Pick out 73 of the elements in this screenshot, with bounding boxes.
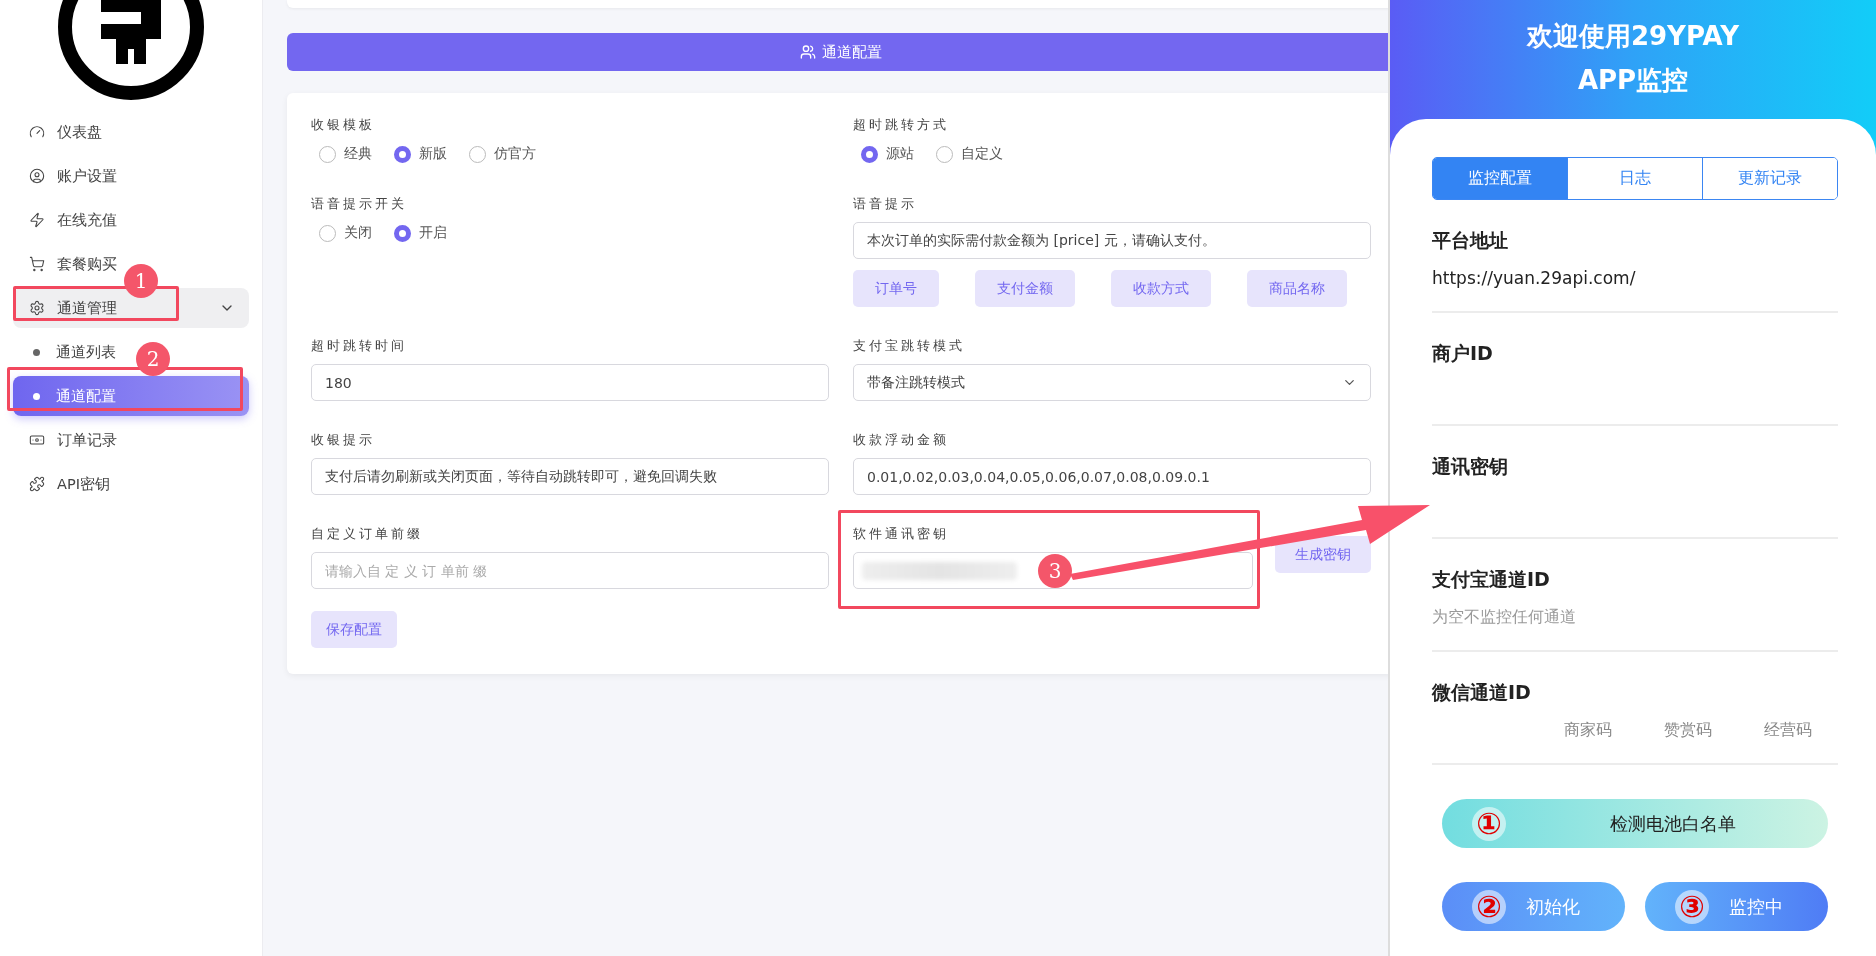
bullet-icon — [33, 392, 40, 400]
sidebar-item[interactable]: 套餐购买 — [13, 248, 121, 280]
field-value: https://yuan.29api.com/ — [1432, 268, 1637, 288]
radio-option[interactable]: 经典 — [319, 145, 372, 163]
tab[interactable]: 监控配置 — [1433, 158, 1567, 199]
gauge-icon — [29, 124, 45, 140]
field-label: 语音提示 — [853, 196, 918, 212]
variable-button[interactable]: 商品名称 — [1247, 270, 1347, 307]
save-button[interactable]: 保存配置 — [311, 611, 397, 648]
app-title: 欢迎使用29YPAY — [1526, 19, 1740, 53]
users-icon — [800, 44, 816, 60]
option-label[interactable]: 赞赏码 — [1664, 720, 1712, 741]
text-field[interactable]: 180 — [311, 364, 829, 401]
text-field[interactable]: 请输入自 定 义 订 单前 缀 — [311, 552, 829, 589]
radio-button[interactable] — [319, 145, 336, 163]
banknote-icon — [29, 432, 45, 448]
user-icon — [29, 168, 45, 184]
sidebar-item[interactable]: 在线充值 — [13, 204, 121, 236]
variable-button[interactable]: 支付金额 — [975, 270, 1075, 307]
radio-button[interactable] — [394, 224, 411, 242]
field-label: 收银模板 — [311, 117, 376, 133]
action-button[interactable]: ① 检测电池白名单 — [1442, 799, 1828, 848]
variable-button[interactable]: 收款方式 — [1111, 270, 1211, 307]
lightning-icon — [29, 212, 45, 228]
radio-option[interactable]: 源站 — [861, 145, 914, 163]
sidebar-item[interactable]: 账户设置 — [13, 160, 121, 192]
text-field[interactable]: 支付后请勿刷新或关闭页面，等待自动跳转即可，避免回调失败 — [311, 458, 829, 495]
generate-key-button[interactable]: 生成密钥 — [1275, 536, 1371, 573]
sidebar-item[interactable]: 订单记录 — [13, 424, 121, 456]
puzzle-icon — [29, 476, 45, 492]
radio-button[interactable] — [861, 145, 878, 163]
option-label[interactable]: 商家码 — [1564, 720, 1612, 741]
text-field[interactable]: 0.01,0.02,0.03,0.04,0.05,0.06,0.07,0.08,0.09.0.1 — [853, 458, 1371, 495]
field-label: 自定义订单前缀 — [311, 526, 424, 542]
radio-button[interactable] — [469, 145, 486, 163]
header-title: 通道配置 — [822, 42, 882, 62]
tab[interactable]: 更新记录 — [1702, 158, 1837, 199]
radio-option[interactable]: 自定义 — [936, 145, 1003, 163]
sidebar-subitem[interactable]: 通道配置 — [13, 376, 249, 416]
settings-icon — [29, 300, 45, 316]
bullet-icon — [33, 348, 40, 356]
field-hint: 为空不监控任何通道 — [1432, 607, 1577, 628]
step-number: ① — [1472, 806, 1506, 841]
option-label[interactable]: 经营码 — [1764, 720, 1812, 741]
radio-option[interactable]: 关闭 — [319, 224, 372, 242]
field-label: 收款浮动金额 — [853, 432, 950, 448]
field-label: 收银提示 — [311, 432, 376, 448]
text-field[interactable]: 本次订单的实际需付款金额为 [price] 元，请确认支付。 — [853, 222, 1371, 259]
app-title: APP监控 — [1577, 63, 1689, 97]
field-label: 商户ID — [1432, 341, 1494, 366]
sidebar-subitem[interactable]: 通道列表 — [13, 336, 120, 368]
select-field[interactable]: 带备注跳转模式 — [853, 364, 1371, 401]
field-label: 支付宝跳转模式 — [853, 338, 966, 354]
field-label: 超时跳转时间 — [311, 338, 408, 354]
field-label: 支付宝通道ID — [1432, 567, 1551, 592]
step-number: ③ — [1675, 889, 1709, 924]
field-label: 软件通讯密钥 — [853, 526, 950, 542]
radio-option[interactable]: 开启 — [394, 224, 447, 242]
radio-button[interactable] — [319, 224, 336, 242]
step-number: ② — [1472, 889, 1506, 924]
cart-icon — [29, 256, 45, 272]
field-label: 平台地址 — [1432, 228, 1509, 253]
field-label: 通讯密钥 — [1432, 454, 1509, 479]
radio-option[interactable]: 仿官方 — [469, 145, 536, 163]
field-label: 超时跳转方式 — [853, 117, 950, 133]
field-label: 语音提示开关 — [311, 196, 408, 212]
radio-button[interactable] — [394, 145, 411, 163]
radio-option[interactable]: 新版 — [394, 145, 447, 163]
field-label: 微信通道ID — [1432, 680, 1532, 705]
sidebar-item[interactable]: API密钥 — [13, 468, 114, 500]
step-badge: 3 — [1038, 553, 1072, 588]
radio-button[interactable] — [936, 145, 953, 163]
sidebar-item[interactable]: 仪表盘 — [13, 116, 106, 148]
